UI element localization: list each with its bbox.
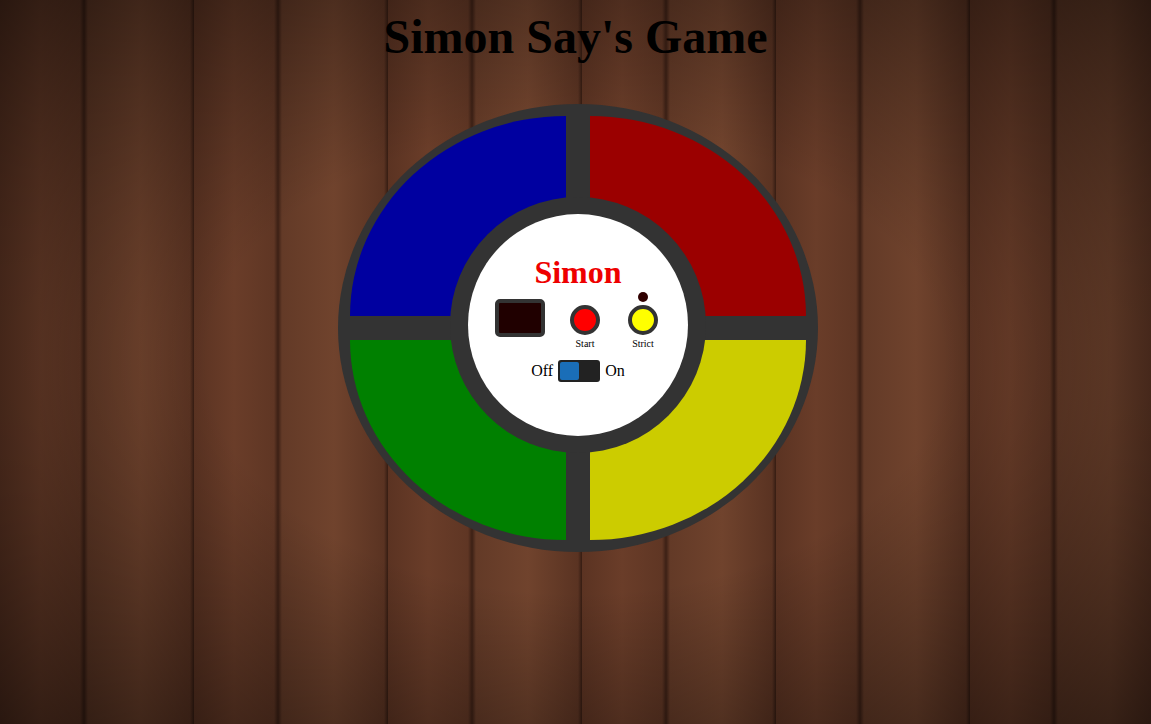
power-row: Off On bbox=[531, 360, 624, 382]
power-switch[interactable] bbox=[558, 360, 600, 382]
strict-button[interactable] bbox=[628, 305, 658, 335]
count-display bbox=[495, 299, 545, 337]
switch-knob bbox=[560, 362, 579, 380]
control-face: Simon Start Strict Off On bbox=[468, 214, 688, 436]
control-button-group: Start bbox=[567, 292, 603, 350]
on-label: On bbox=[605, 362, 625, 380]
off-label: Off bbox=[531, 362, 553, 380]
page-title: Simon Say's Game bbox=[383, 8, 767, 66]
control-hub: Simon Start Strict Off On bbox=[450, 197, 706, 453]
led-icon bbox=[638, 292, 648, 302]
start-button[interactable] bbox=[570, 305, 600, 335]
controls-row: Start Strict bbox=[495, 292, 661, 350]
brand-label: Simon bbox=[534, 254, 621, 290]
button-label: Strict bbox=[632, 338, 654, 350]
page: Simon Say's Game Simon Start Strict Off On bbox=[0, 0, 1151, 724]
button-label: Start bbox=[576, 338, 595, 350]
control-button-group: Strict bbox=[625, 292, 661, 350]
simon-device: Simon Start Strict Off On bbox=[338, 104, 818, 552]
